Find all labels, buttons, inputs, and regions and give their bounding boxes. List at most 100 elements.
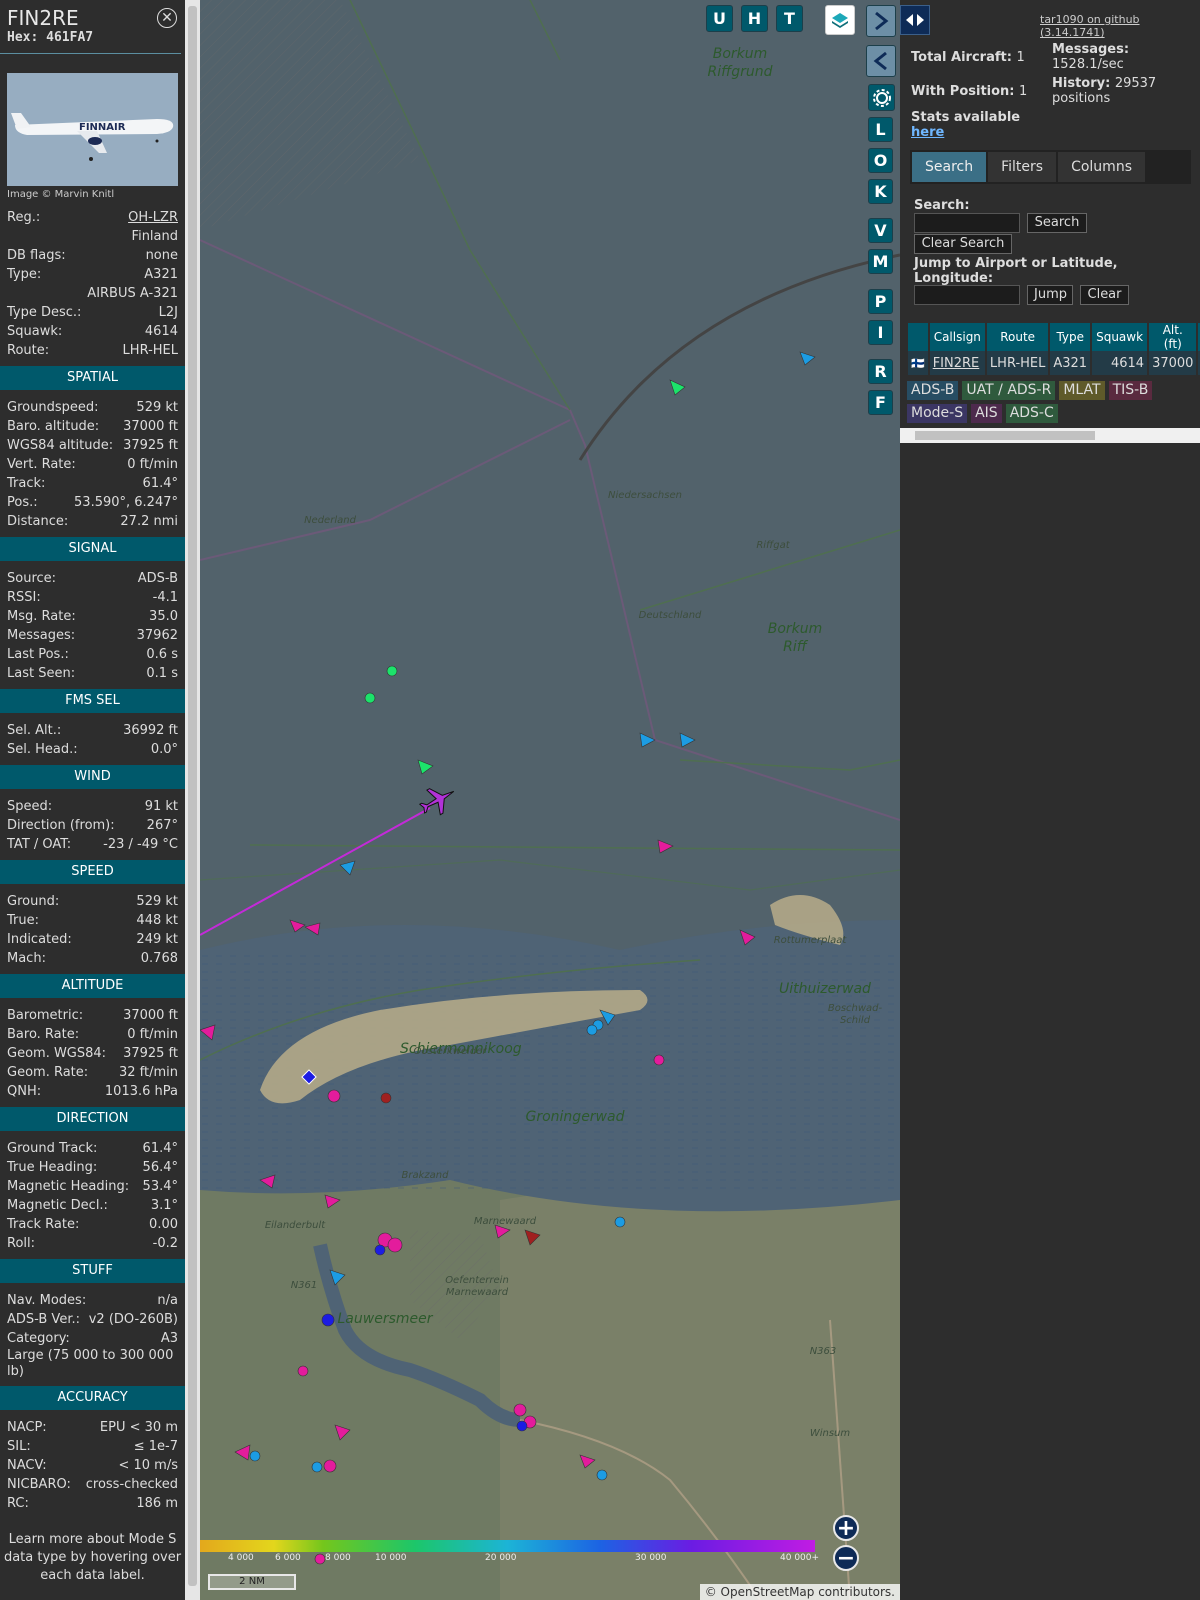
- settings-button[interactable]: [868, 84, 895, 111]
- info-label[interactable]: Nav. Modes:: [7, 1291, 86, 1310]
- info-label[interactable]: Ground:: [7, 892, 59, 911]
- info-label[interactable]: Geom. Rate:: [7, 1063, 88, 1082]
- zoom-out-button[interactable]: −: [833, 1545, 859, 1571]
- info-label[interactable]: Geom. WGS84:: [7, 1044, 106, 1063]
- map-button-p[interactable]: P: [868, 289, 893, 314]
- info-panel-scrollbar[interactable]: [185, 0, 200, 1600]
- info-label[interactable]: Mach:: [7, 949, 46, 968]
- info-label[interactable]: RC:: [7, 1494, 29, 1513]
- info-value: 0.768: [140, 951, 178, 966]
- info-label[interactable]: Source:: [7, 569, 56, 588]
- info-label[interactable]: Magnetic Heading:: [7, 1177, 129, 1196]
- info-label[interactable]: Indicated:: [7, 930, 72, 949]
- stats-link[interactable]: here: [911, 125, 944, 140]
- tab-filters[interactable]: Filters: [988, 152, 1057, 182]
- info-value: 35.0: [149, 609, 178, 624]
- info-label[interactable]: Vert. Rate:: [7, 455, 76, 474]
- column-header-squawk[interactable]: Squawk: [1092, 323, 1148, 351]
- info-label[interactable]: Baro. Rate:: [7, 1025, 79, 1044]
- info-row-nicbaro: NICBARO: cross-checked: [0, 1475, 185, 1494]
- info-label[interactable]: Baro. altitude:: [7, 417, 99, 436]
- info-label[interactable]: Messages:: [7, 626, 75, 645]
- info-label[interactable]: NACV:: [7, 1456, 47, 1475]
- expand-right-button[interactable]: [866, 5, 896, 37]
- sidebar-toggle-button[interactable]: [900, 5, 930, 35]
- zoom-in-button[interactable]: +: [833, 1515, 859, 1541]
- search-button[interactable]: Search: [1027, 213, 1087, 233]
- map-button-u[interactable]: U: [706, 5, 733, 32]
- map-button-l[interactable]: L: [868, 117, 893, 142]
- total-aircraft-value: 1: [1016, 50, 1025, 65]
- jump-button[interactable]: Jump: [1027, 285, 1073, 305]
- table-row[interactable]: 🇫🇮 FIN2RE LHR-HEL A321 4614 37000: [908, 351, 1200, 375]
- info-value: 37000 ft: [123, 1008, 178, 1023]
- column-header-blank[interactable]: [908, 323, 928, 351]
- map[interactable]: Borkum Riffgrund Borkum Riff Uithuizerwad S…: [200, 0, 900, 1600]
- map-button-h[interactable]: H: [741, 5, 768, 32]
- info-label[interactable]: Sel. Head.:: [7, 740, 78, 759]
- selected-aircraft-icon[interactable]: [415, 779, 460, 821]
- aircraft-info-panel: FIN2RE Hex: 461FA7 ✕ FINNAIR Image © Mar…: [0, 0, 185, 1600]
- info-label[interactable]: Distance:: [7, 512, 68, 531]
- column-header-alt-ft[interactable]: Alt. (ft): [1149, 323, 1197, 351]
- scrollbar-thumb[interactable]: [188, 6, 197, 1586]
- info-label[interactable]: Speed:: [7, 797, 52, 816]
- collapse-left-button[interactable]: [866, 45, 896, 77]
- info-label[interactable]: WGS84 altitude:: [7, 436, 113, 455]
- aircraft-photo[interactable]: FINNAIR: [7, 73, 178, 186]
- column-header-type[interactable]: Type: [1050, 323, 1091, 351]
- map-button-t[interactable]: T: [776, 5, 803, 32]
- info-label[interactable]: Track Rate:: [7, 1215, 79, 1234]
- info-row-type-desc: Type Desc.: L2J: [0, 303, 185, 322]
- map-button-v[interactable]: V: [868, 218, 893, 243]
- info-label[interactable]: NACP:: [7, 1418, 47, 1437]
- info-label[interactable]: Last Pos.:: [7, 645, 69, 664]
- info-label[interactable]: Magnetic Decl.:: [7, 1196, 108, 1215]
- info-label[interactable]: Barometric:: [7, 1006, 83, 1025]
- info-label[interactable]: Pos.:: [7, 493, 38, 512]
- info-label[interactable]: Direction (from):: [7, 816, 115, 835]
- info-label[interactable]: Groundspeed:: [7, 398, 98, 417]
- clear-button[interactable]: Clear: [1080, 285, 1129, 305]
- info-label[interactable]: QNH:: [7, 1082, 41, 1101]
- jump-input[interactable]: [914, 285, 1020, 305]
- info-label[interactable]: True Heading:: [7, 1158, 97, 1177]
- map-button-m[interactable]: M: [868, 249, 893, 274]
- info-value: A3: [160, 1331, 178, 1346]
- map-button-i[interactable]: I: [868, 320, 893, 345]
- info-label[interactable]: ADS-B Ver.:: [7, 1310, 80, 1329]
- map-attribution[interactable]: © OpenStreetMap contributors.: [699, 1584, 900, 1600]
- info-value: 448 kt: [136, 913, 178, 928]
- hscroll-thumb[interactable]: [915, 431, 1095, 440]
- info-label[interactable]: Ground Track:: [7, 1139, 97, 1158]
- github-link[interactable]: tar1090 on github (3.14.1741): [1040, 13, 1200, 39]
- column-header-callsign[interactable]: Callsign: [929, 323, 985, 351]
- map-button-o[interactable]: O: [868, 148, 893, 173]
- info-label[interactable]: True:: [7, 911, 39, 930]
- close-icon[interactable]: ✕: [157, 8, 177, 28]
- info-label[interactable]: Sel. Alt.:: [7, 721, 61, 740]
- info-label[interactable]: SIL:: [7, 1437, 31, 1456]
- table-body: 🇫🇮 FIN2RE LHR-HEL A321 4614 37000: [908, 351, 1200, 375]
- table-horizontal-scrollbar[interactable]: [900, 428, 1200, 443]
- map-button-r[interactable]: R: [868, 359, 893, 384]
- info-value: -0.2: [152, 1236, 178, 1251]
- map-button-f[interactable]: F: [868, 390, 893, 415]
- row-callsign[interactable]: FIN2RE: [929, 351, 985, 375]
- search-input[interactable]: [914, 213, 1020, 233]
- column-header-route[interactable]: Route: [986, 323, 1049, 351]
- map-button-k[interactable]: K: [868, 179, 893, 204]
- info-label[interactable]: Last Seen:: [7, 664, 75, 683]
- info-label[interactable]: Track:: [7, 474, 45, 493]
- tab-search[interactable]: Search: [912, 152, 987, 182]
- clear-search-button[interactable]: Clear Search: [914, 234, 1012, 254]
- info-label[interactable]: NICBARO:: [7, 1475, 71, 1494]
- tab-columns[interactable]: Columns: [1058, 152, 1145, 182]
- info-label[interactable]: Roll:: [7, 1234, 35, 1253]
- layers-button[interactable]: [825, 5, 855, 35]
- info-label[interactable]: Msg. Rate:: [7, 607, 76, 626]
- registration-link[interactable]: OH-LZR: [128, 208, 178, 227]
- info-label[interactable]: RSSI:: [7, 588, 41, 607]
- info-label[interactable]: TAT / OAT:: [7, 835, 71, 854]
- info-label[interactable]: Category:: [7, 1329, 70, 1348]
